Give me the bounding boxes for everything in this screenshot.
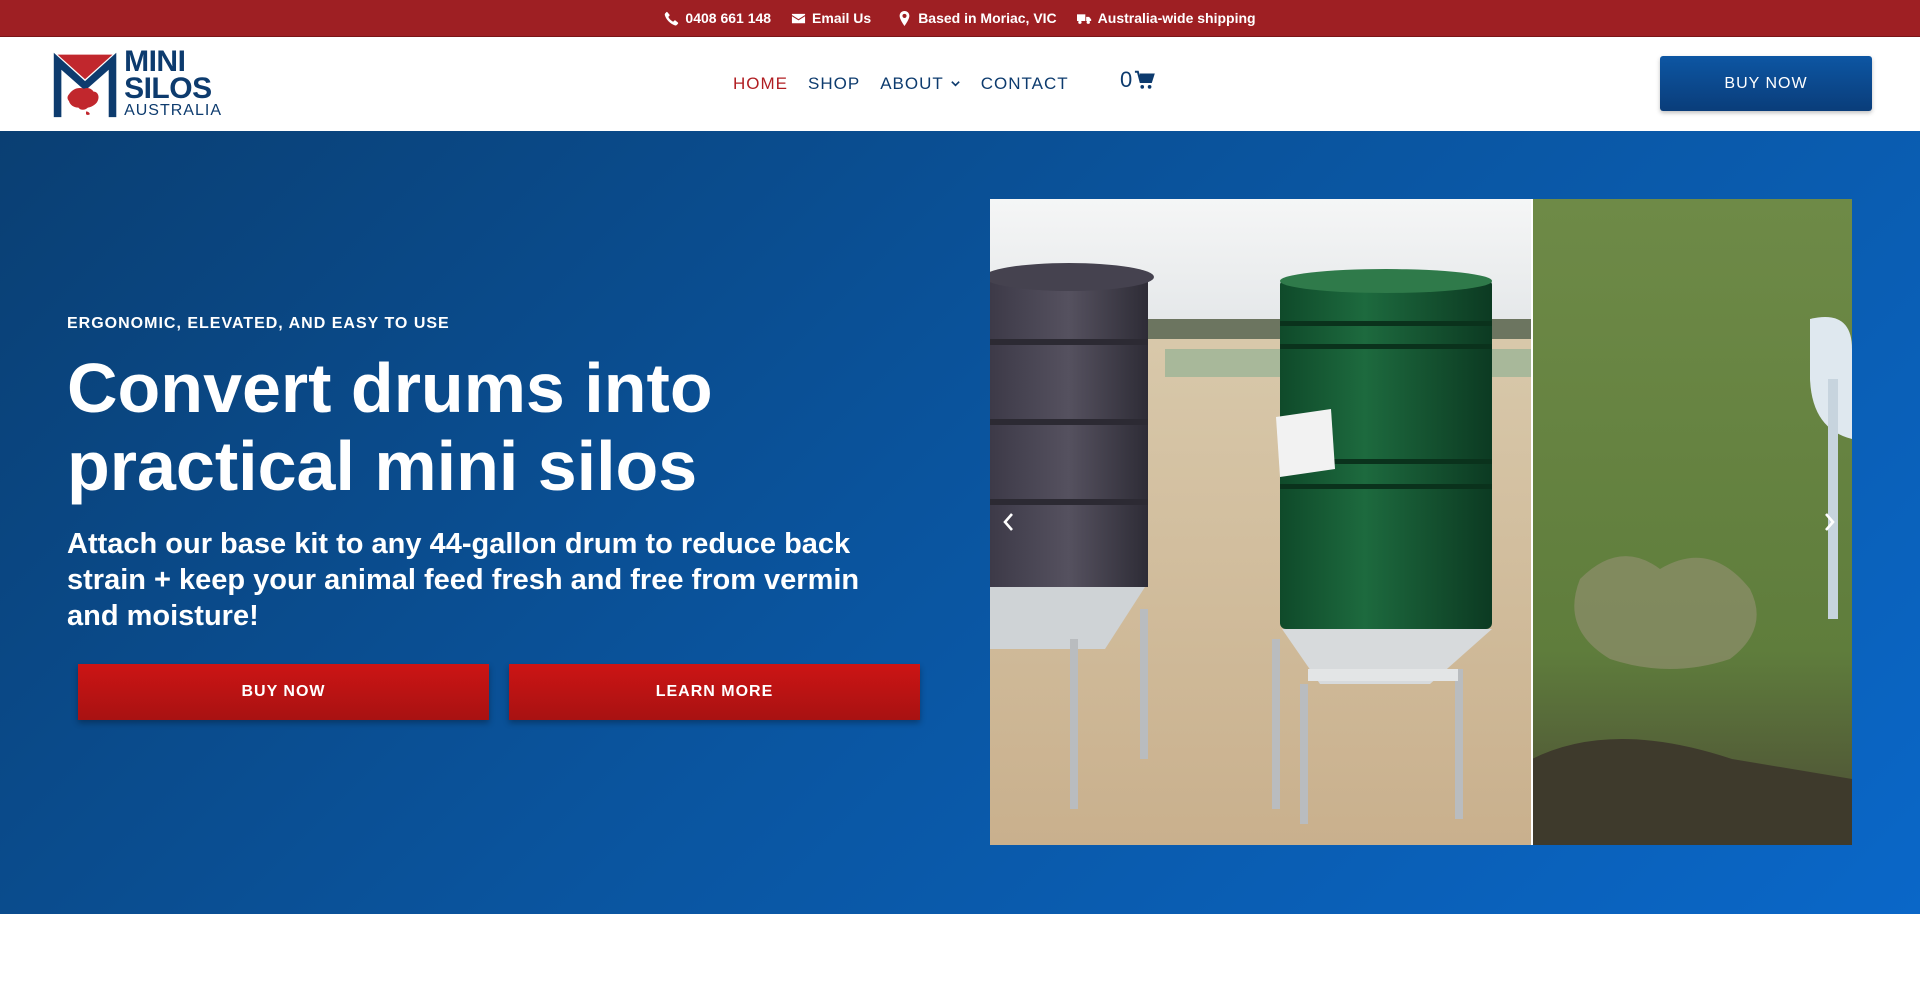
- shipping-info: Australia-wide shipping: [1077, 10, 1256, 26]
- image-slider[interactable]: [990, 199, 1852, 845]
- chevron-left-icon: [1001, 511, 1017, 533]
- logo-line-2: SILOS: [124, 75, 222, 102]
- location-label: Based in Moriac, VIC: [918, 10, 1056, 26]
- shipping-label: Australia-wide shipping: [1098, 10, 1256, 26]
- hero-buy-now-button[interactable]: BUY NOW: [78, 664, 489, 720]
- nav-contact[interactable]: CONTACT: [981, 74, 1069, 94]
- nav-shop[interactable]: SHOP: [808, 74, 860, 94]
- header-buy-now-button[interactable]: BUY NOW: [1660, 56, 1872, 111]
- cart-button[interactable]: 0: [1120, 67, 1156, 93]
- slider-next-button[interactable]: [1814, 504, 1844, 540]
- cart-icon: [1134, 69, 1156, 91]
- logo-line-3: AUSTRALIA: [124, 102, 222, 120]
- hero-kicker: ERGONOMIC, ELEVATED, AND EASY TO USE: [67, 315, 450, 333]
- logo-line-1: MINI: [124, 48, 222, 75]
- hero-title: Convert drums into practical mini silos: [67, 349, 947, 505]
- nav-home-label: HOME: [733, 74, 788, 94]
- phone-icon: [664, 11, 679, 26]
- nav-shop-label: SHOP: [808, 74, 860, 94]
- phone-link[interactable]: 0408 661 148: [664, 10, 771, 26]
- chevron-right-icon: [1821, 511, 1837, 533]
- slide-image-drums: [990, 199, 1852, 845]
- slider-prev-button[interactable]: [994, 504, 1024, 540]
- truck-icon: [1077, 11, 1092, 26]
- chevron-down-icon: [950, 78, 961, 89]
- site-header: MINI SILOS AUSTRALIA HOME SHOP ABOUT CON…: [0, 36, 1920, 131]
- top-info-bar: 0408 661 148 Email Us Based in Moriac, V…: [0, 0, 1920, 36]
- email-icon: [791, 11, 806, 26]
- cart-count: 0: [1120, 67, 1132, 93]
- location-info: Based in Moriac, VIC: [897, 10, 1056, 26]
- nav-about[interactable]: ABOUT: [880, 74, 961, 94]
- hero-subtitle: Attach our base kit to any 44-gallon dru…: [67, 526, 907, 634]
- email-label: Email Us: [812, 10, 871, 26]
- location-pin-icon: [897, 11, 912, 26]
- phone-number: 0408 661 148: [685, 10, 771, 26]
- nav-contact-label: CONTACT: [981, 74, 1069, 94]
- nav-home[interactable]: HOME: [733, 74, 788, 94]
- site-logo[interactable]: MINI SILOS AUSTRALIA: [50, 47, 222, 121]
- email-link[interactable]: Email Us: [791, 10, 871, 26]
- mini-silos-logo-mark: [50, 47, 120, 121]
- nav-about-label: ABOUT: [880, 74, 944, 94]
- hero-learn-more-button[interactable]: LEARN MORE: [509, 664, 920, 720]
- hero-section: ERGONOMIC, ELEVATED, AND EASY TO USE Con…: [0, 131, 1920, 914]
- main-nav: HOME SHOP ABOUT CONTACT: [733, 37, 1069, 130]
